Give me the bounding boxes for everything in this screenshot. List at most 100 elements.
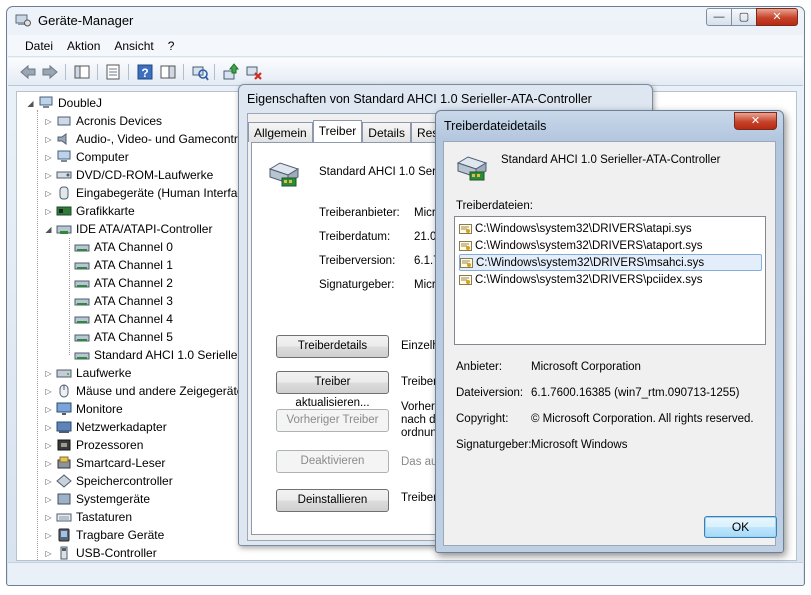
expand-arrow-icon[interactable]: ▷ bbox=[44, 171, 53, 180]
expand-arrow-icon[interactable]: ▷ bbox=[44, 117, 53, 126]
tree-item[interactable]: ▷ Netzwerkadapter bbox=[44, 418, 166, 436]
rollback-driver-button[interactable]: Vorheriger Treiber bbox=[276, 409, 389, 432]
expand-arrow-icon[interactable]: ▷ bbox=[44, 495, 53, 504]
tree-item-label: Prozessoren bbox=[76, 438, 144, 452]
driver-files-label: Treiberdateien: bbox=[456, 200, 533, 212]
tree-child-item[interactable]: ATA Channel 2 bbox=[74, 274, 173, 292]
tree-item[interactable]: ▷ Mäuse und andere Zeigegeräte bbox=[44, 382, 243, 400]
expand-arrow-icon[interactable]: ▷ bbox=[44, 441, 53, 450]
tree-child-item[interactable]: ATA Channel 4 bbox=[74, 310, 173, 328]
network-adapter-icon bbox=[56, 421, 72, 433]
tree-item[interactable]: ▷ Tastaturen bbox=[44, 508, 132, 526]
collapse-arrow-icon[interactable]: ◢ bbox=[44, 225, 53, 234]
collapse-arrow-icon[interactable]: ◢ bbox=[26, 99, 35, 108]
tree-item-label: Tastaturen bbox=[76, 510, 133, 524]
tree-child-item[interactable]: ATA Channel 5 bbox=[74, 328, 173, 346]
scan-hardware-icon[interactable] bbox=[191, 63, 209, 81]
expand-arrow-icon[interactable]: ▷ bbox=[44, 405, 53, 414]
tree-item[interactable]: ▷ USB-Controller bbox=[44, 544, 157, 560]
tab-treiber[interactable]: Treiber bbox=[312, 120, 363, 143]
expand-arrow-icon[interactable]: ▷ bbox=[44, 369, 53, 378]
disk-drive-icon bbox=[56, 369, 72, 378]
maximize-button[interactable]: ▢ bbox=[731, 8, 757, 26]
menu-aktion[interactable]: Aktion bbox=[60, 35, 107, 57]
uninstall-button[interactable]: Deinstallieren bbox=[276, 489, 389, 512]
disable-button[interactable]: Deaktivieren bbox=[276, 450, 389, 473]
file-row-pciidex[interactable]: C:\Windows\system32\DRIVERS\pciidex.sys bbox=[459, 271, 762, 288]
tree-child-item[interactable]: ATA Channel 0 bbox=[74, 238, 173, 256]
tree-item-label: Computer bbox=[76, 150, 129, 164]
file-details-close-button[interactable]: ✕ bbox=[734, 112, 777, 130]
menu-ansicht[interactable]: Ansicht bbox=[107, 35, 160, 57]
menu-datei[interactable]: Datei bbox=[8, 35, 60, 57]
tree-item[interactable]: ▷ Speichercontroller bbox=[44, 472, 172, 490]
ata-channel-icon bbox=[74, 298, 90, 306]
expand-arrow-icon[interactable]: ▷ bbox=[44, 423, 53, 432]
expand-arrow-icon[interactable]: ▷ bbox=[44, 549, 53, 558]
toolbar-separator bbox=[128, 64, 129, 80]
menu-help[interactable]: ? bbox=[161, 35, 182, 57]
expand-arrow-icon[interactable]: ▷ bbox=[44, 477, 53, 486]
ok-button[interactable]: OK bbox=[704, 516, 777, 538]
mouse-icon bbox=[59, 384, 69, 398]
certificate-file-icon bbox=[460, 257, 473, 268]
forward-icon[interactable] bbox=[41, 63, 59, 81]
update-driver-icon[interactable] bbox=[222, 63, 240, 81]
file-row-ataport[interactable]: C:\Windows\system32\DRIVERS\ataport.sys bbox=[459, 237, 762, 254]
tree-item[interactable]: ▷ Prozessoren bbox=[44, 436, 143, 454]
back-icon[interactable] bbox=[19, 63, 37, 81]
tree-root[interactable]: ◢ DoubleJ bbox=[26, 94, 102, 112]
driver-provider-label: Treiberanbieter: bbox=[319, 207, 400, 219]
expand-arrow-icon[interactable]: ▷ bbox=[44, 207, 53, 216]
uninstall-icon[interactable] bbox=[245, 63, 263, 81]
tree-item[interactable]: ◢ IDE ATA/ATAPI-Controller bbox=[44, 220, 212, 238]
expand-arrow-icon[interactable]: ▷ bbox=[44, 531, 53, 540]
update-driver-button[interactable]: Treiber aktualisieren... bbox=[276, 371, 389, 409]
tree-item[interactable]: ▷ Acronis Devices bbox=[44, 112, 162, 130]
tree-item[interactable]: ▷ Grafikkarte bbox=[44, 202, 134, 220]
tree-item[interactable]: ▷ Monitore bbox=[44, 400, 122, 418]
expand-arrow-icon[interactable]: ▷ bbox=[44, 189, 53, 198]
expand-arrow-icon[interactable]: ▷ bbox=[44, 513, 53, 522]
tree-item[interactable]: ▷ Systemgeräte bbox=[44, 490, 150, 508]
expand-arrow-icon[interactable]: ▷ bbox=[44, 135, 53, 144]
expand-arrow-icon[interactable]: ▷ bbox=[44, 153, 53, 162]
minimize-button[interactable]: — bbox=[706, 8, 732, 26]
driver-details-button[interactable]: Treiberdetails bbox=[276, 335, 389, 358]
show-hide-console-tree-icon[interactable] bbox=[73, 63, 91, 81]
tree-item-label: Laufwerke bbox=[76, 366, 132, 380]
certificate-file-icon bbox=[459, 223, 472, 234]
tab-allgemein[interactable]: Allgemein bbox=[248, 122, 313, 142]
tree-item[interactable]: ▷ Computer bbox=[44, 148, 129, 166]
title-bar[interactable]: Geräte-Manager — ▢ ✕ bbox=[7, 7, 804, 35]
file-row-atapi[interactable]: C:\Windows\system32\DRIVERS\atapi.sys bbox=[459, 220, 762, 237]
tree-item-label: Mäuse und andere Zeigegeräte bbox=[76, 384, 244, 398]
close-button[interactable]: ✕ bbox=[756, 8, 798, 26]
processor-icon bbox=[57, 439, 71, 451]
signer-label: Signaturgeber: bbox=[456, 439, 532, 451]
tab-details[interactable]: Details bbox=[362, 122, 411, 142]
driver-files-list[interactable]: C:\Windows\system32\DRIVERS\atapi.sys C:… bbox=[454, 216, 766, 345]
tree-item-label: ATA Channel 5 bbox=[94, 330, 173, 344]
tree-item[interactable]: ▷ Audio-, Video- und Gamecontroller bbox=[44, 130, 260, 148]
ata-channel-icon bbox=[74, 316, 90, 324]
tree-item[interactable]: ▷ DVD/CD-ROM-Laufwerke bbox=[44, 166, 213, 184]
tree-child-item[interactable]: ATA Channel 1 bbox=[74, 256, 173, 274]
file-version-value: 6.1.7600.16385 (win7_rtm.090713-1255) bbox=[531, 387, 740, 399]
tree-child-item[interactable]: ATA Channel 3 bbox=[74, 292, 173, 310]
tree-item[interactable]: ▷ Tragbare Geräte bbox=[44, 526, 164, 544]
tree-item-label: ATA Channel 2 bbox=[94, 276, 173, 290]
tree-item[interactable]: ▷ Smartcard-Leser bbox=[44, 454, 165, 472]
toolbar-separator bbox=[97, 64, 98, 80]
view-icon[interactable] bbox=[159, 63, 177, 81]
tree-item-label: USB-Controller bbox=[76, 546, 157, 560]
help-icon[interactable]: ? bbox=[136, 63, 154, 81]
tree-item-label: ATA Channel 1 bbox=[94, 258, 173, 272]
file-row-msahci[interactable]: C:\Windows\system32\DRIVERS\msahci.sys bbox=[459, 254, 762, 271]
expand-arrow-icon[interactable]: ▷ bbox=[44, 459, 53, 468]
properties-icon[interactable] bbox=[104, 63, 122, 81]
ata-channel-icon bbox=[74, 280, 90, 288]
ata-channel-icon bbox=[74, 262, 90, 270]
tree-item[interactable]: ▷ Laufwerke bbox=[44, 364, 131, 382]
expand-arrow-icon[interactable]: ▷ bbox=[44, 387, 53, 396]
